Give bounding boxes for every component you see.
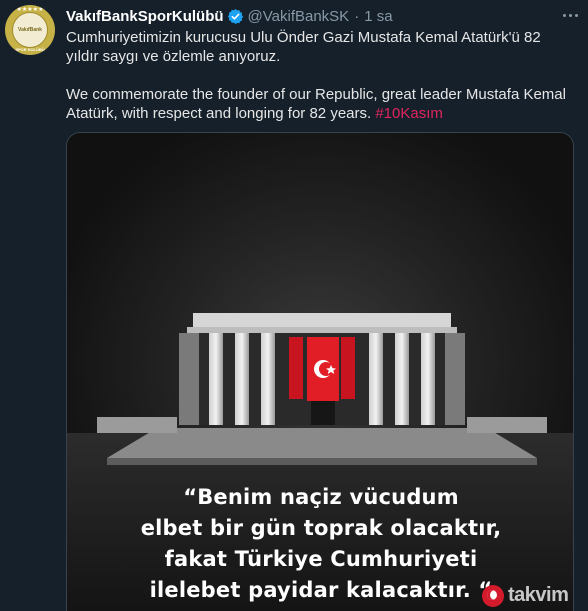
- more-dot: [568, 13, 572, 17]
- tweet-media-image[interactable]: “Benim naçiz vücudum elbet bir gün topra…: [66, 132, 574, 611]
- more-dot: [562, 13, 566, 17]
- tweet-header: VakıfBankSporKulübü @VakifBankSK · 1 sa: [66, 6, 393, 26]
- display-name[interactable]: VakıfBankSporKulübü: [66, 8, 224, 25]
- avatar-bottom-text: SPOR KULÜBÜ: [15, 47, 45, 52]
- more-options-icon[interactable]: [558, 8, 582, 22]
- verified-badge-icon: [227, 8, 244, 25]
- takvim-watermark: takvim: [482, 580, 588, 611]
- avatar-logo: VakıfBank: [12, 12, 48, 48]
- profile-avatar[interactable]: ★★★★★ VakıfBank SPOR KULÜBÜ: [5, 5, 55, 55]
- more-dot: [574, 13, 578, 17]
- avatar-brand: VakıfBank: [18, 27, 42, 33]
- user-handle[interactable]: @VakifBankSK: [248, 8, 350, 25]
- tweet-text-english: We commemorate the founder of our Republ…: [66, 85, 576, 123]
- separator-dot: ·: [354, 7, 360, 25]
- hashtag-link[interactable]: #10Kasım: [375, 105, 443, 122]
- tweet-timestamp[interactable]: 1 sa: [364, 8, 392, 25]
- watermark-text: takvim: [508, 584, 569, 606]
- tweet-text-turkish: Cumhuriyetimizin kurucusu Ulu Önder Gazi…: [66, 29, 541, 65]
- tweet[interactable]: ★★★★★ VakıfBank SPOR KULÜBÜ VakıfBankSpo…: [0, 0, 588, 611]
- turkish-flag-icon: [482, 584, 504, 607]
- quote-line-3: fakat Türkiye Cumhuriyeti: [164, 547, 478, 571]
- quote-line-2: elbet bir gün toprak olacaktır,: [140, 516, 502, 540]
- quote-line-1: “Benim naçiz vücudum: [183, 485, 459, 509]
- tweet-text-english-body: We commemorate the founder of our Republ…: [66, 86, 566, 122]
